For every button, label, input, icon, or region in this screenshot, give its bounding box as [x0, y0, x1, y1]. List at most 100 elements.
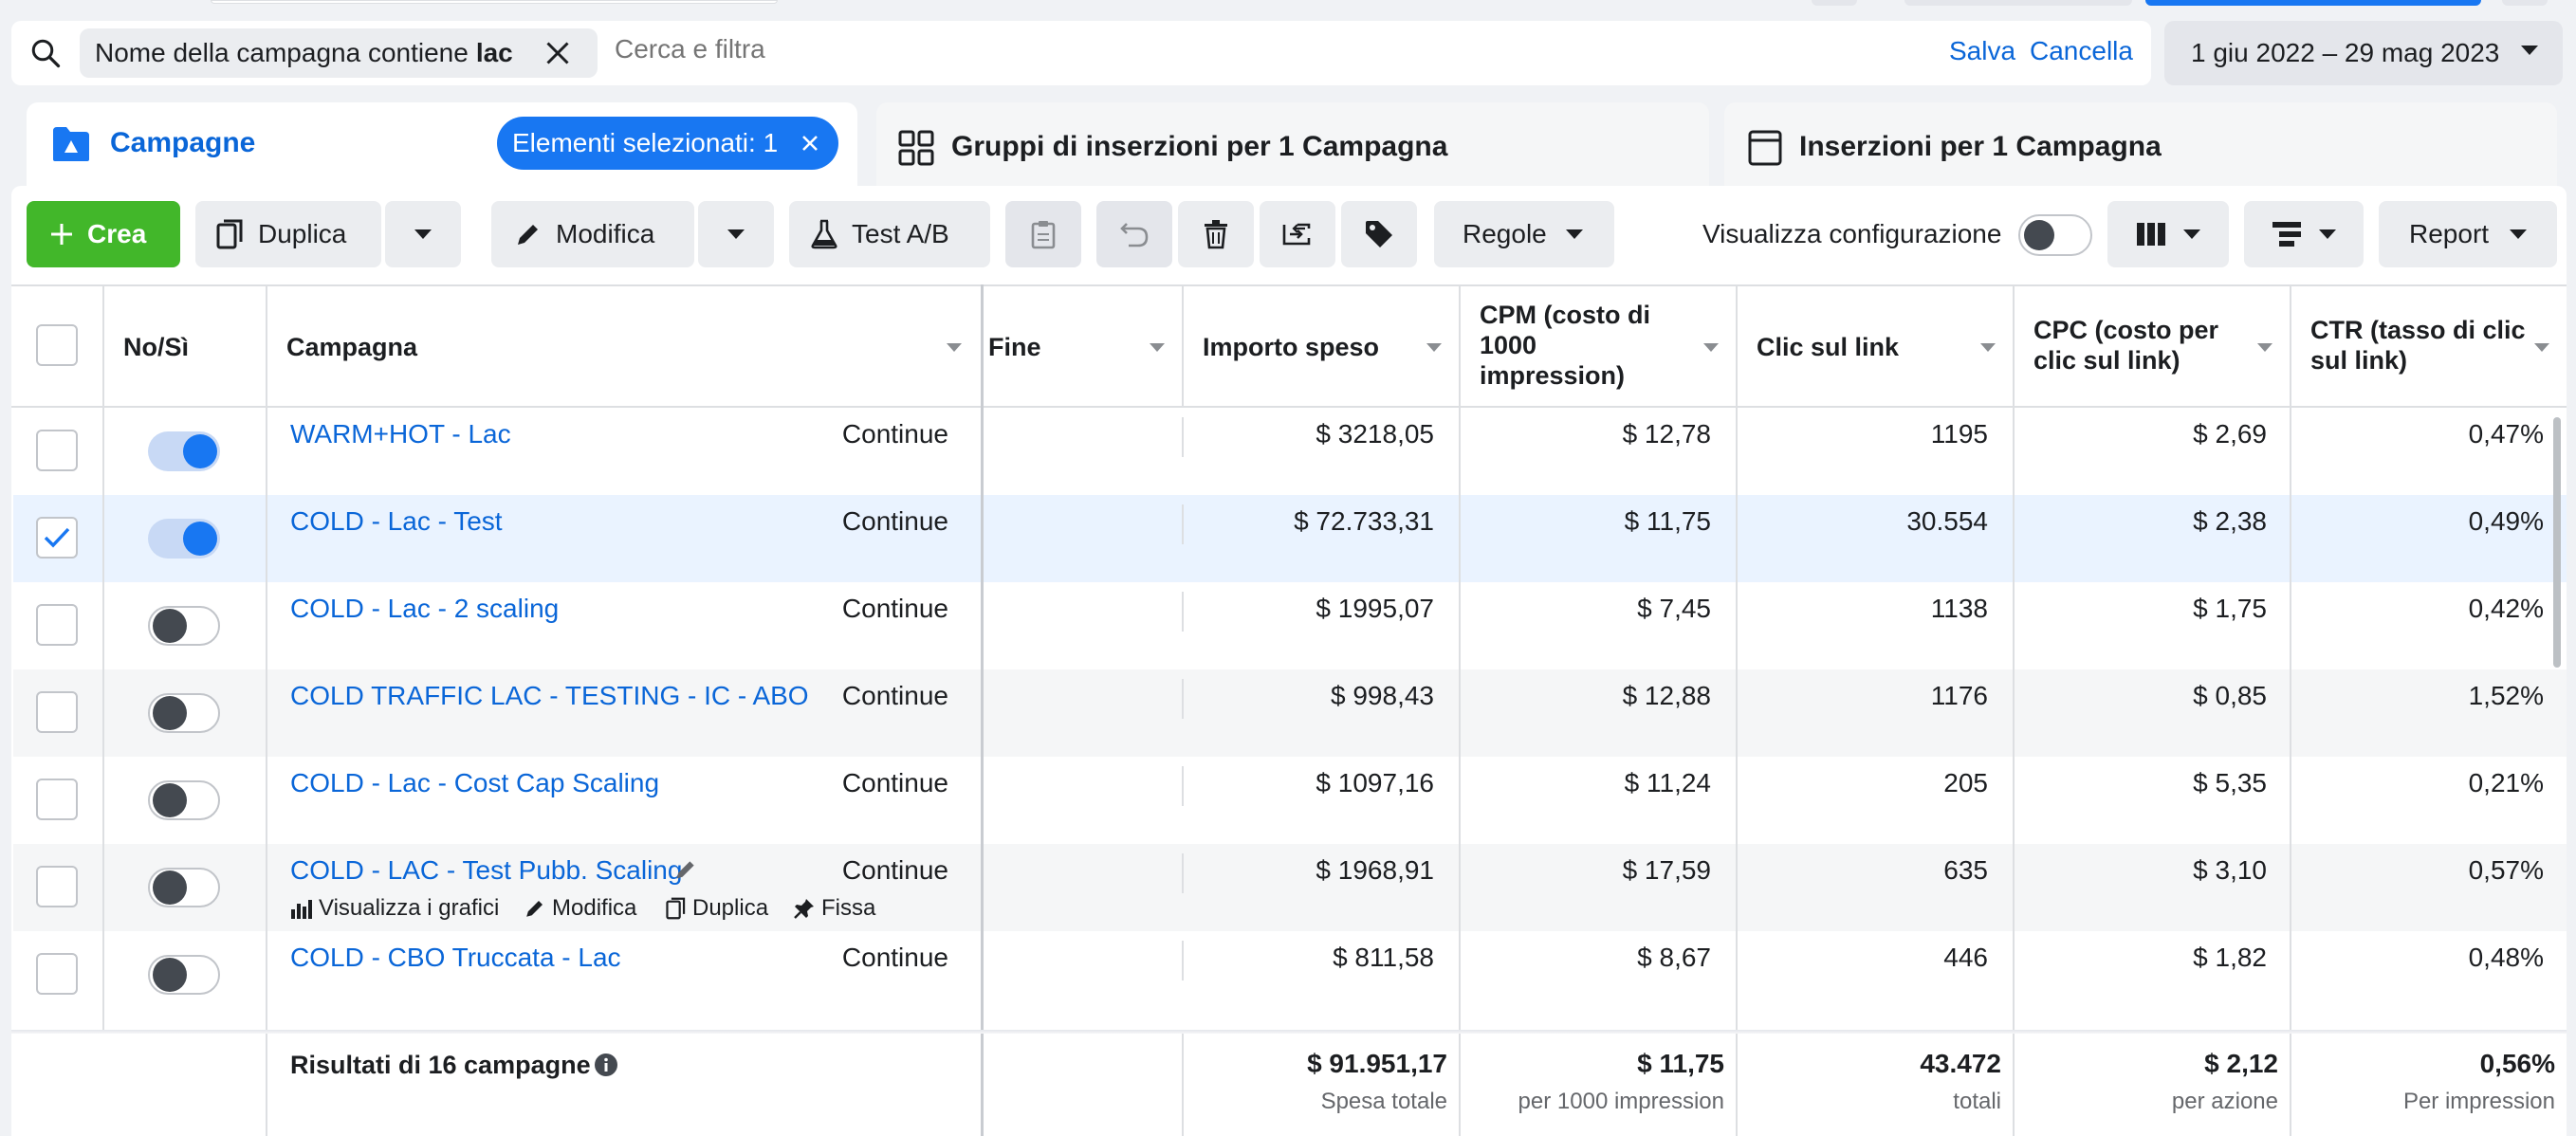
- close-icon[interactable]: [541, 36, 575, 70]
- vertical-scrollbar[interactable]: [2553, 417, 2561, 668]
- view-charts-action[interactable]: Visualizza i grafici: [290, 895, 499, 922]
- campaign-toggle[interactable]: [148, 519, 220, 559]
- filter-chip-prefix: Nome della campagna contiene: [95, 38, 469, 67]
- campaign-name-link[interactable]: COLD - CBO Truccata - Lac: [290, 943, 621, 973]
- row-checkbox[interactable]: [36, 779, 78, 820]
- row-clicks-cell: 205: [1943, 768, 1988, 797]
- sort-icon[interactable]: [2257, 343, 2272, 352]
- header-spent[interactable]: Importo speso: [1203, 332, 1379, 362]
- edit-button[interactable]: Modifica: [491, 201, 694, 267]
- campaign-name-link[interactable]: COLD TRAFFIC LAC - TESTING - IC - ABO: [290, 681, 809, 711]
- cancel-filter-button[interactable]: Cancella: [2030, 36, 2133, 66]
- row-cpc-cell: $ 3,10: [2193, 855, 2267, 885]
- report-button[interactable]: Report: [2379, 201, 2557, 267]
- row-cpc-cell: $ 1,75: [2193, 594, 2267, 623]
- select-all-checkbox[interactable]: [36, 324, 78, 366]
- create-button[interactable]: Crea: [27, 201, 180, 267]
- row-checkbox[interactable]: [36, 691, 78, 733]
- column-divider: [1459, 284, 1461, 1136]
- row-checkbox[interactable]: [36, 953, 78, 995]
- filter-chip[interactable]: Nome della campagna contiene lac: [80, 28, 598, 78]
- campaign-name-link[interactable]: WARM+HOT - Lac: [290, 419, 511, 449]
- clipboard-button[interactable]: [1005, 201, 1081, 267]
- pin-icon: [793, 897, 816, 920]
- column-divider: [102, 284, 104, 1034]
- campaign-toggle[interactable]: [148, 606, 220, 646]
- row-checkbox[interactable]: [36, 604, 78, 646]
- campaign-name-link[interactable]: COLD - Lac - Test: [290, 506, 503, 537]
- top-remnant-button: [1812, 0, 1857, 6]
- undo-button[interactable]: [1096, 201, 1172, 267]
- selected-items-badge[interactable]: Elementi selezionati: 1: [497, 117, 838, 170]
- row-checkbox[interactable]: [36, 430, 78, 471]
- sort-icon[interactable]: [1980, 343, 1996, 352]
- search-input[interactable]: [615, 34, 1184, 64]
- row-ctr-cell: 0,42%: [2468, 594, 2544, 623]
- footer-spent: $ 91.951,17: [1307, 1049, 1447, 1078]
- duplicate-dropdown-button[interactable]: [385, 201, 461, 267]
- duplicate-row-action[interactable]: Duplica: [666, 895, 768, 922]
- sort-icon[interactable]: [1703, 343, 1719, 352]
- tag-button[interactable]: [1341, 201, 1417, 267]
- sort-icon[interactable]: [1150, 343, 1165, 352]
- delete-button[interactable]: [1178, 201, 1254, 267]
- column-divider: [1182, 284, 1184, 406]
- row-clicks-cell: 635: [1943, 855, 1988, 885]
- rules-button[interactable]: Regole: [1434, 201, 1614, 267]
- close-icon[interactable]: [799, 132, 821, 155]
- column-divider: [1459, 1034, 1461, 1136]
- pin-row-action[interactable]: Fissa: [793, 895, 875, 922]
- row-checkbox[interactable]: [36, 517, 78, 559]
- campaign-toggle[interactable]: [148, 868, 220, 907]
- row-clicks-cell: 1138: [1930, 594, 1988, 623]
- campaign-toggle[interactable]: [148, 955, 220, 995]
- campaign-toggle[interactable]: [148, 693, 220, 733]
- cell-divider: [1182, 679, 1184, 719]
- row-spent-cell: $ 72.733,31: [1294, 506, 1434, 536]
- campaign-name-link[interactable]: COLD - LAC - Test Pubb. Scaling: [290, 855, 682, 886]
- header-end[interactable]: Fine: [988, 332, 1041, 362]
- header-ctr[interactable]: CTR (tasso di clic sul link): [2310, 315, 2529, 376]
- column-divider: [266, 1034, 267, 1136]
- row-spent-cell: $ 1995,07: [1316, 594, 1434, 623]
- edit-label: Modifica: [556, 219, 655, 248]
- campaign-toggle[interactable]: [148, 780, 220, 820]
- header-toggle[interactable]: No/Sì: [123, 332, 189, 362]
- row-end-cell: Continue: [841, 943, 948, 972]
- edit-dropdown-button[interactable]: [698, 201, 774, 267]
- row-clicks-cell: 1195: [1930, 419, 1988, 449]
- header-campaign[interactable]: Campagna: [286, 332, 417, 362]
- breakdown-button[interactable]: [2244, 201, 2364, 267]
- row-cpm-cell: $ 12,78: [1622, 419, 1711, 449]
- pencil-icon[interactable]: [673, 857, 698, 882]
- row-checkbox[interactable]: [36, 866, 78, 907]
- save-filter-button[interactable]: Salva: [1949, 36, 2015, 66]
- footer-ctr: 0,56%: [2479, 1049, 2555, 1078]
- campaign-name-link[interactable]: COLD - Lac - Cost Cap Scaling: [290, 768, 659, 798]
- toggle-knob: [2024, 220, 2054, 250]
- columns-button[interactable]: [2107, 201, 2229, 267]
- sort-icon[interactable]: [1426, 343, 1442, 352]
- header-cpc[interactable]: CPC (costo per clic sul link): [2033, 315, 2252, 376]
- columns-icon: [2136, 222, 2166, 247]
- sort-icon[interactable]: [947, 343, 962, 352]
- view-setup-toggle[interactable]: [2018, 214, 2092, 256]
- export-button[interactable]: [1260, 201, 1335, 267]
- header-clicks[interactable]: Clic sul link: [1757, 332, 1899, 362]
- duplicate-button[interactable]: Duplica: [195, 201, 381, 267]
- info-icon[interactable]: [594, 1053, 618, 1077]
- row-ctr-cell: 0,48%: [2468, 943, 2544, 972]
- results-summary: Risultati di 16 campagne: [290, 1051, 591, 1079]
- footer-spent-sub: Spesa totale: [1320, 1089, 1447, 1114]
- footer-ctr-sub: Per impression: [2402, 1089, 2555, 1114]
- pencil-icon: [514, 220, 543, 248]
- date-range-picker[interactable]: 1 giu 2022 – 29 mag 2023: [2164, 21, 2563, 85]
- header-cpm[interactable]: CPM (costo di 1000 impression): [1480, 300, 1669, 391]
- edit-row-action[interactable]: Modifica: [524, 895, 636, 922]
- ab-test-button[interactable]: Test A/B: [789, 201, 990, 267]
- row-ctr-cell: 0,49%: [2468, 506, 2544, 536]
- campaign-name-link[interactable]: COLD - Lac - 2 scaling: [290, 594, 559, 624]
- row-ctr-cell: 0,47%: [2468, 419, 2544, 449]
- campaign-toggle[interactable]: [148, 431, 220, 471]
- sort-icon[interactable]: [2534, 343, 2549, 352]
